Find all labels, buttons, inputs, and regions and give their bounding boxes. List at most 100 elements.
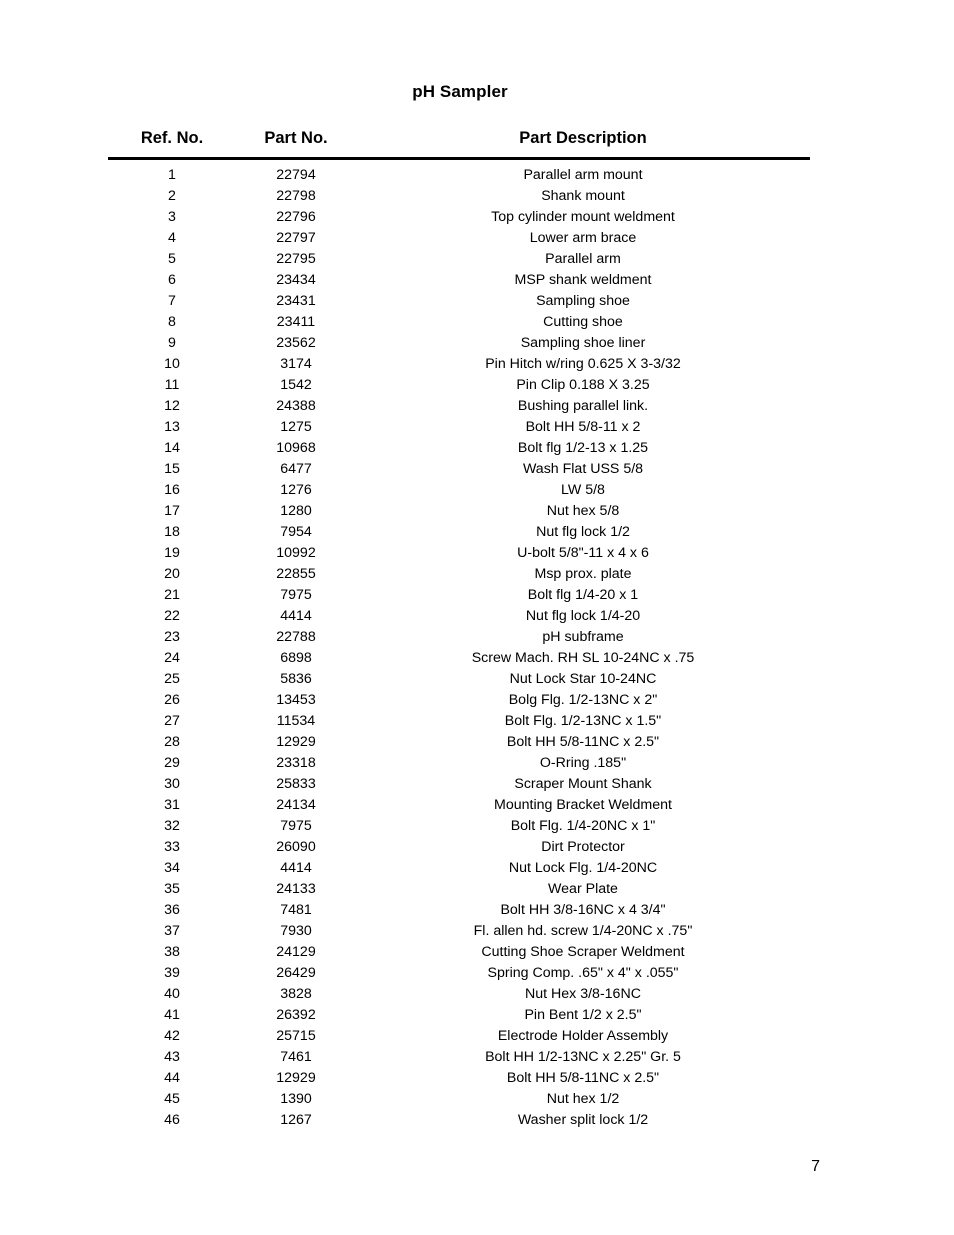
cell-part-description: Bolt HH 3/8-16NC x 4 3/4" (500, 902, 666, 918)
cell-part-no: 24388 (276, 398, 316, 414)
cell-part-no: 25715 (276, 1028, 316, 1044)
cell-part-no: 7930 (280, 923, 312, 939)
cell-part-description: Electrode Holder Assembly (497, 1028, 669, 1044)
cell-part-description: Bolt flg 1/4-20 x 1 (527, 587, 639, 603)
cell-ref-no: 23 (164, 629, 180, 645)
table-row: 13 1275 Bolt HH 5/8-11 x 2 (108, 417, 810, 438)
cell-part-no: 22796 (276, 209, 316, 225)
cell-part-description: Cutting shoe (543, 314, 623, 330)
table-row: 37 7930 Fl. allen hd. screw 1/4-20NC x .75… (108, 921, 810, 942)
cell-part-no: 12929 (276, 734, 316, 750)
cell-ref-no: 13 (164, 419, 180, 435)
cell-ref-no: 1 (168, 167, 176, 183)
cell-part-no: 7461 (280, 1049, 312, 1065)
cell-part-description: Nut Lock Star 10-24NC (509, 671, 657, 687)
table-row: 9 23562 Sampling shoe liner (108, 333, 810, 354)
cell-part-no: 6898 (280, 650, 312, 666)
cell-ref-no: 7 (168, 293, 176, 309)
table-row: 3 22796 Top cylinder mount weldment (108, 207, 810, 228)
cell-part-no: 13453 (276, 692, 316, 708)
table-row: 33 26090 Dirt Protector (108, 837, 810, 858)
cell-ref-no: 29 (164, 755, 180, 771)
table-row: 31 24134 Mounting Bracket Weldment (108, 795, 810, 816)
cell-ref-no: 16 (164, 482, 180, 498)
cell-ref-no: 25 (164, 671, 180, 687)
cell-ref-no: 2 (168, 188, 176, 204)
cell-ref-no: 22 (164, 608, 180, 624)
cell-part-description: Bolt HH 5/8-11 x 2 (525, 419, 641, 435)
column-header-part-no: Part No. (236, 128, 356, 160)
cell-part-no: 26392 (276, 1007, 316, 1023)
cell-part-description: Bolg Flg. 1/2-13NC x 2" (508, 692, 658, 708)
cell-part-description: Scraper Mount Shank (514, 776, 652, 792)
cell-part-description: MSP shank weldment (514, 272, 652, 288)
table-row: 25 5836 Nut Lock Star 10-24NC (108, 669, 810, 690)
cell-ref-no: 37 (164, 923, 180, 939)
table-row: 45 1390 Nut hex 1/2 (108, 1089, 810, 1110)
cell-ref-no: 42 (164, 1028, 180, 1044)
cell-part-description: Parallel arm mount (523, 167, 643, 183)
cell-part-no: 7954 (280, 524, 312, 540)
cell-ref-no: 34 (164, 860, 180, 876)
table-row: 46 1267 Washer split lock 1/2 (108, 1110, 810, 1131)
cell-part-description: Pin Clip 0.188 X 3.25 (516, 377, 650, 393)
cell-part-no: 4414 (280, 608, 312, 624)
document-page: pH Sampler Ref. No. Part No. Part Descri… (0, 0, 954, 1235)
table-row: 14 10968 Bolt flg 1/2-13 x 1.25 (108, 438, 810, 459)
cell-part-no: 7975 (280, 818, 312, 834)
table-row: 11 1542 Pin Clip 0.188 X 3.25 (108, 375, 810, 396)
cell-part-description: Mounting Bracket Weldment (494, 797, 672, 813)
cell-part-no: 22797 (276, 230, 316, 246)
table-body: 1 22794 Parallel arm mount 2 22798 Shank moun… (108, 159, 810, 1132)
cell-part-description: Screw Mach. RH SL 10-24NC x .75 (471, 650, 695, 666)
cell-part-no: 10992 (276, 545, 316, 561)
cell-part-description: Shank mount (541, 188, 625, 204)
table-row: 43 7461 Bolt HH 1/2-13NC x 2.25" Gr. 5 (108, 1047, 810, 1068)
table-row: 2 22798 Shank mount (108, 186, 810, 207)
cell-part-no: 7481 (280, 902, 312, 918)
cell-ref-no: 38 (164, 944, 180, 960)
cell-ref-no: 19 (164, 545, 180, 561)
table-row: 23 22788 pH subframe (108, 627, 810, 648)
cell-ref-no: 15 (164, 461, 180, 477)
page-number: 7 (811, 1158, 820, 1175)
cell-part-no: 1542 (280, 377, 312, 393)
table-header-row: Ref. No. Part No. Part Description (108, 128, 810, 160)
cell-part-description: Pin Bent 1/2 x 2.5" (524, 1007, 642, 1023)
cell-part-no: 5836 (280, 671, 312, 687)
cell-part-description: Nut Lock Flg. 1/4-20NC (508, 860, 658, 876)
cell-part-description: Nut flg lock 1/4-20 (525, 608, 641, 624)
cell-part-no: 24129 (276, 944, 316, 960)
cell-ref-no: 40 (164, 986, 180, 1002)
cell-ref-no: 43 (164, 1049, 180, 1065)
table-row: 4 22797 Lower arm brace (108, 228, 810, 249)
cell-part-description: Nut hex 5/8 (546, 503, 620, 519)
cell-part-description: Cutting Shoe Scraper Weldment (481, 944, 685, 960)
cell-part-description: U-bolt 5/8"-11 x 4 x 6 (517, 545, 649, 561)
cell-part-no: 3174 (280, 356, 312, 372)
table-row: 18 7954 Nut flg lock 1/2 (108, 522, 810, 543)
cell-part-description: Bolt Flg. 1/4-20NC x 1" (510, 818, 656, 834)
table-row: 32 7975 Bolt Flg. 1/4-20NC x 1" (108, 816, 810, 837)
cell-part-description: Bolt HH 5/8-11NC x 2.5" (506, 1070, 660, 1086)
cell-part-description: LW 5/8 (561, 482, 605, 498)
cell-part-description: Sampling shoe (536, 293, 630, 309)
cell-part-description: Bushing parallel link. (517, 398, 649, 414)
table-row: 35 24133 Wear Plate (108, 879, 810, 900)
cell-ref-no: 41 (164, 1007, 180, 1023)
cell-ref-no: 3 (168, 209, 176, 225)
cell-ref-no: 26 (164, 692, 180, 708)
table-row: 36 7481 Bolt HH 3/8-16NC x 4 3/4" (108, 900, 810, 921)
cell-part-no: 1275 (280, 419, 312, 435)
table-row: 44 12929 Bolt HH 5/8-11NC x 2.5" (108, 1068, 810, 1089)
table-row: 17 1280 Nut hex 5/8 (108, 501, 810, 522)
table-row: 12 24388 Bushing parallel link. (108, 396, 810, 417)
table-row: 7 23431 Sampling shoe (108, 291, 810, 312)
cell-ref-no: 18 (164, 524, 180, 540)
cell-ref-no: 5 (168, 251, 176, 267)
cell-part-no: 4414 (280, 860, 312, 876)
cell-ref-no: 36 (164, 902, 180, 918)
table-row: 29 23318 O-Rring .185" (108, 753, 810, 774)
cell-ref-no: 21 (164, 587, 180, 603)
cell-part-no: 1267 (280, 1112, 312, 1128)
